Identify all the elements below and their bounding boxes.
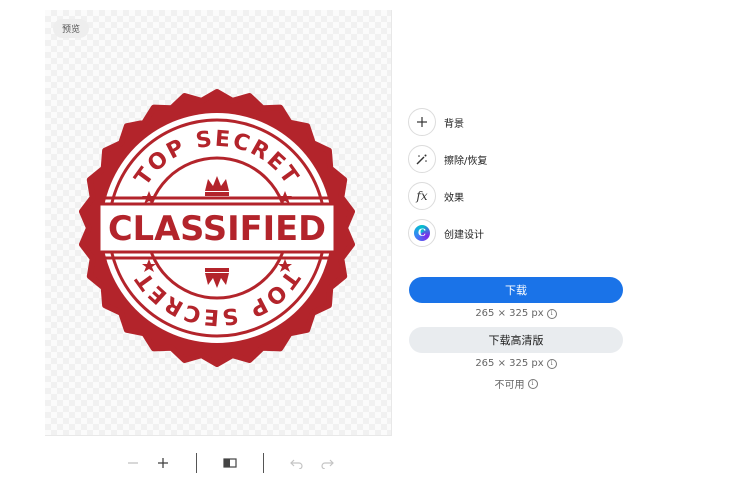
plus-icon bbox=[408, 108, 436, 136]
fx-icon: fx bbox=[408, 182, 436, 210]
canva-logo-wrapper: C bbox=[408, 219, 436, 247]
download-size-text: 265 × 325 px bbox=[475, 308, 544, 319]
eraser-wand-icon bbox=[408, 145, 436, 173]
tool-label: 创建设计 bbox=[444, 229, 484, 241]
zoom-out-button[interactable] bbox=[118, 451, 148, 475]
toolbar-divider bbox=[263, 453, 264, 473]
tool-background[interactable]: 背景 bbox=[408, 108, 487, 136]
minus-icon bbox=[128, 462, 138, 464]
zoom-in-button[interactable] bbox=[148, 451, 178, 475]
image-preview-panel: 预览 TOP SECRET TOP SECRET CLASSIFIED bbox=[45, 10, 392, 436]
page: 预览 TOP SECRET TOP SECRET CLASSIFIED 背景 擦… bbox=[0, 0, 730, 500]
info-icon[interactable]: i bbox=[527, 378, 538, 389]
tool-label: 背景 bbox=[444, 118, 464, 130]
info-icon[interactable]: i bbox=[546, 358, 557, 369]
download-hd-size-text: 265 × 325 px bbox=[475, 358, 544, 369]
canva-logo-icon: C bbox=[414, 225, 430, 241]
download-hd-status-text: 不可用 bbox=[494, 380, 525, 391]
tool-erase-restore[interactable]: 擦除/恢复 bbox=[408, 145, 487, 173]
tool-label: 擦除/恢复 bbox=[444, 155, 488, 167]
tool-effects[interactable]: fx 效果 bbox=[408, 182, 487, 210]
stamp-center-text: CLASSIFIED bbox=[108, 209, 326, 249]
undo-icon bbox=[290, 459, 303, 469]
preview-tag: 预览 bbox=[53, 19, 90, 38]
tool-label: 效果 bbox=[444, 192, 464, 204]
download-hd-status: 不可用 i bbox=[409, 376, 623, 391]
undo-button[interactable] bbox=[282, 451, 312, 475]
compare-icon bbox=[223, 458, 237, 468]
info-icon[interactable]: i bbox=[546, 308, 557, 319]
download-hd-button[interactable]: 下载高清版 bbox=[409, 327, 623, 353]
download-size-note: 265 × 325 px i bbox=[409, 308, 623, 319]
preview-toolbar bbox=[118, 451, 342, 475]
download-button[interactable]: 下载 bbox=[409, 277, 623, 303]
edit-tools-list: 背景 擦除/恢复 fx 效果 C 创建设计 bbox=[408, 108, 487, 256]
compare-button[interactable] bbox=[215, 451, 245, 475]
stamp-image: TOP SECRET TOP SECRET CLASSIFIED bbox=[79, 89, 355, 367]
plus-icon bbox=[158, 458, 168, 468]
toolbar-divider bbox=[196, 453, 197, 473]
download-hd-size-note: 265 × 325 px i bbox=[409, 358, 623, 369]
tool-create-design[interactable]: C 创建设计 bbox=[408, 219, 487, 247]
redo-icon bbox=[321, 459, 334, 469]
redo-button[interactable] bbox=[312, 451, 342, 475]
